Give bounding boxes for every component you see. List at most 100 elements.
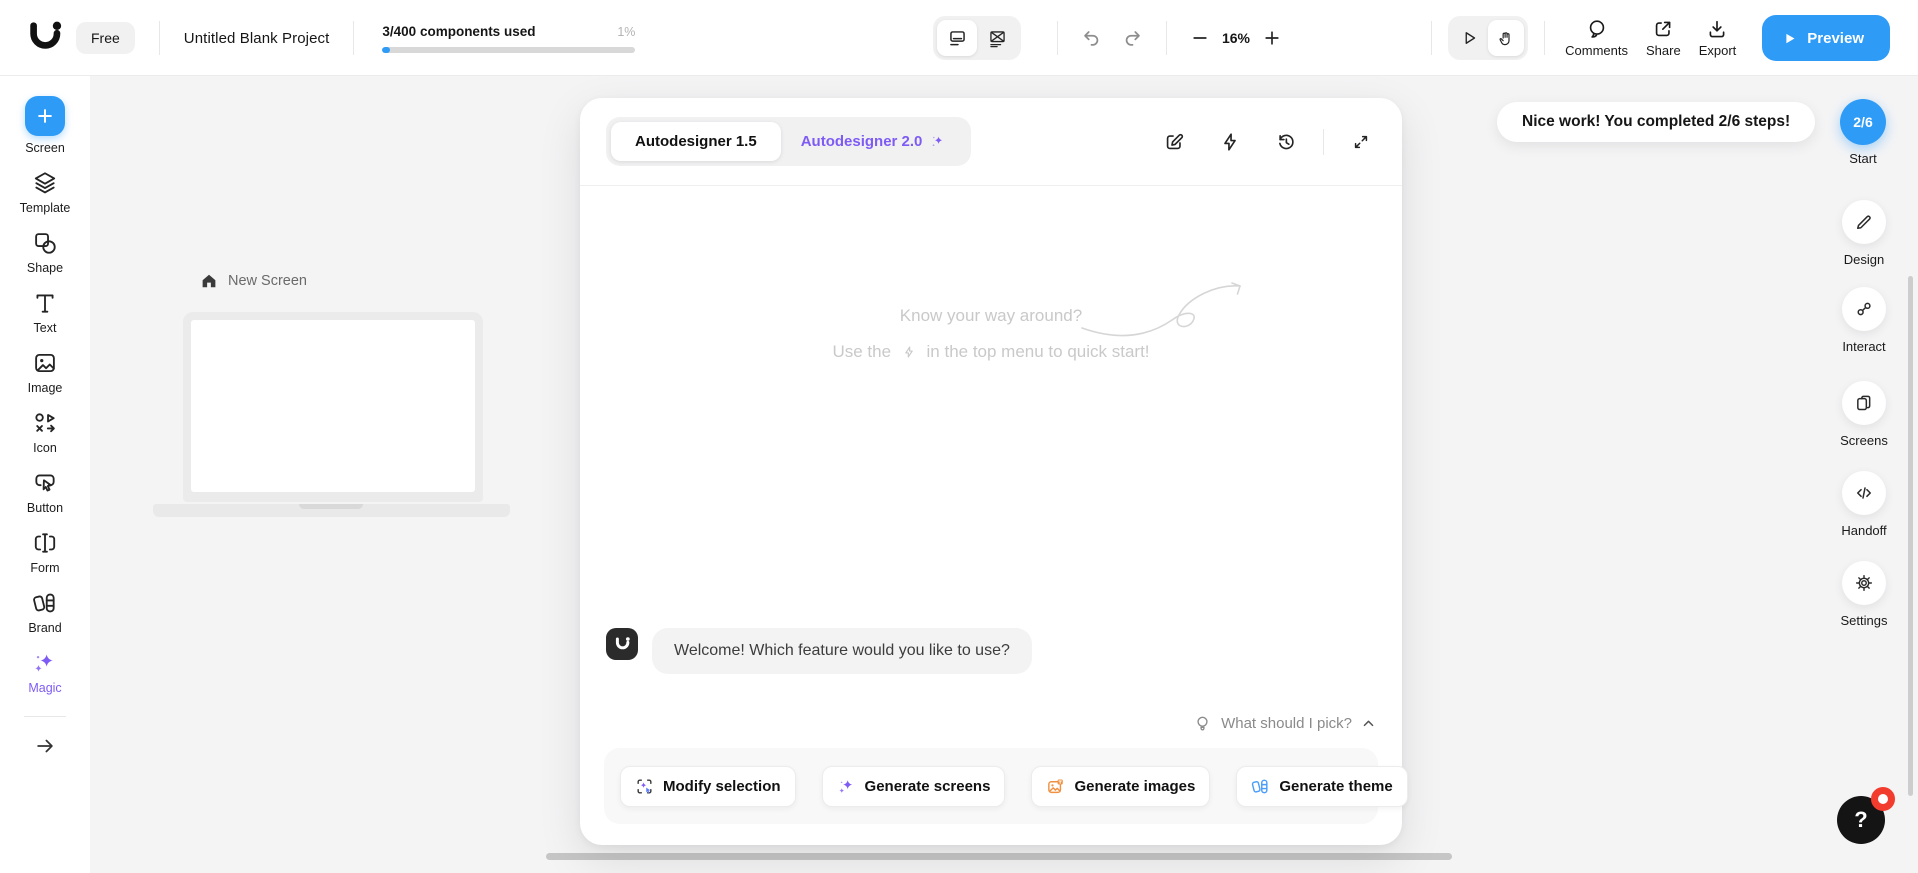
- onboarding-hint: Know your way around? Use the in the top…: [580, 298, 1402, 370]
- sidebar-item-label: Template: [19, 201, 71, 215]
- topbar-right-group: Comments Share Export Preview: [1431, 0, 1890, 76]
- preview-button[interactable]: Preview: [1762, 15, 1890, 61]
- wireframe-view-button[interactable]: [977, 20, 1017, 56]
- rail-item-design[interactable]: [1842, 200, 1886, 244]
- sidebar-item-label: Text: [33, 321, 57, 335]
- tab-autodesigner-2-0[interactable]: Autodesigner 2.0: [781, 122, 967, 161]
- components-used-text: 3/400 components used: [382, 23, 536, 39]
- screen-name-tag[interactable]: New Screen: [200, 272, 307, 290]
- comments-button[interactable]: Comments: [1565, 18, 1628, 58]
- select-mode-button[interactable]: [1452, 20, 1488, 56]
- pointer-mode-toggle: [1448, 16, 1529, 60]
- progress-value: 2/6: [1853, 114, 1873, 130]
- tab-label: Autodesigner 1.5: [635, 133, 757, 150]
- sparkles-icon: [35, 654, 53, 672]
- generate-theme-button[interactable]: Generate theme: [1236, 765, 1408, 807]
- plus-icon: [38, 109, 52, 123]
- gear-icon: [1855, 574, 1873, 592]
- left-toolbar: Screen Template Shape Text Image Icon Bu…: [0, 76, 90, 873]
- pan-mode-button[interactable]: [1488, 20, 1525, 56]
- sidebar-item-button[interactable]: Button: [27, 470, 63, 515]
- autodesigner-body: Know your way around? Use the in the top…: [580, 186, 1408, 845]
- expand-panel-button[interactable]: [1346, 127, 1376, 157]
- rail-item-label: Design: [1843, 252, 1885, 267]
- divider: [24, 716, 66, 717]
- rail-item-interact[interactable]: [1842, 287, 1886, 331]
- form-field-icon: [34, 533, 56, 553]
- brand-cards-icon: [33, 593, 55, 613]
- add-screen-button[interactable]: [25, 96, 65, 136]
- zoom-out-button[interactable]: [1185, 23, 1215, 53]
- button-cursor-icon: [35, 474, 55, 492]
- play-icon: [1786, 33, 1795, 43]
- design-view-icon: [949, 30, 965, 45]
- tab-autodesigner-1-5[interactable]: Autodesigner 1.5: [611, 122, 781, 161]
- plan-badge[interactable]: Free: [76, 22, 135, 54]
- zoom-in-button[interactable]: [1257, 23, 1287, 53]
- rail-item-handoff[interactable]: [1842, 471, 1886, 515]
- onboarding-progress-badge[interactable]: 2/6: [1840, 99, 1886, 145]
- collapse-sidebar-button[interactable]: [30, 731, 60, 761]
- sidebar-item-magic[interactable]: Magic: [28, 650, 62, 695]
- divider: [1323, 128, 1324, 155]
- sidebar-item-label: Icon: [33, 441, 57, 455]
- sidebar-item-brand[interactable]: Brand: [28, 590, 62, 635]
- share-button[interactable]: Share: [1646, 18, 1681, 58]
- hint-line-1: Know your way around?: [899, 306, 1083, 325]
- plus-icon: [1265, 31, 1279, 45]
- sidebar-item-image[interactable]: Image: [28, 350, 62, 395]
- rail-item-screens[interactable]: [1842, 381, 1886, 425]
- image-generate-icon: [1048, 779, 1064, 793]
- design-view-button[interactable]: [937, 20, 977, 56]
- horizontal-scrollbar[interactable]: [546, 853, 1452, 860]
- zoom-level[interactable]: 16%: [1215, 30, 1257, 46]
- rail-item-settings[interactable]: [1842, 561, 1886, 605]
- autodesigner-tabs: Autodesigner 1.5 Autodesigner 2.0: [606, 117, 972, 166]
- chat-message-row: Welcome! Which feature would you like to…: [606, 628, 1032, 674]
- help-prompt[interactable]: What should I pick?: [1193, 714, 1376, 733]
- sparkle-icon: [838, 779, 852, 793]
- sidebar-item-shape[interactable]: Shape: [27, 230, 63, 275]
- undo-icon: [1084, 31, 1099, 46]
- sidebar-item-screen[interactable]: Screen: [25, 96, 65, 155]
- export-label: Export: [1698, 43, 1737, 58]
- components-progress-fill: [382, 46, 391, 53]
- export-button[interactable]: Export: [1698, 18, 1737, 58]
- home-icon: [202, 274, 216, 288]
- minus-icon: [1193, 37, 1207, 39]
- redo-button[interactable]: [1118, 23, 1148, 53]
- sidebar-item-form[interactable]: Form: [30, 530, 60, 575]
- arrow-right-icon: [37, 739, 53, 753]
- laptop-mockup[interactable]: [153, 312, 510, 518]
- new-chat-button[interactable]: [1159, 127, 1189, 157]
- hint-line-2: Use the in the top menu to quick start!: [832, 342, 1150, 361]
- rail-item-label: Settings: [1840, 613, 1888, 628]
- share-label: Share: [1646, 43, 1681, 58]
- uizard-logo-icon[interactable]: [26, 19, 64, 57]
- vertical-scrollbar[interactable]: [1908, 276, 1913, 796]
- sidebar-item-text[interactable]: Text: [32, 290, 58, 335]
- screens-stack-icon: [1857, 395, 1871, 411]
- project-title[interactable]: Untitled Blank Project: [184, 30, 330, 47]
- shapes-icon: [35, 233, 56, 254]
- play-cursor-icon: [1465, 32, 1476, 44]
- lightning-icon: [902, 344, 916, 360]
- history-button[interactable]: [1271, 127, 1301, 157]
- divider: [1431, 21, 1433, 55]
- generate-screens-button[interactable]: Generate screens: [821, 765, 1006, 807]
- quick-start-button[interactable]: [1215, 127, 1245, 157]
- divider: [1544, 21, 1546, 55]
- sidebar-item-icon[interactable]: Icon: [32, 410, 58, 455]
- undo-button[interactable]: [1076, 23, 1106, 53]
- divider: [353, 21, 355, 55]
- modify-selection-icon: [637, 778, 652, 794]
- autodesigner-panel: Autodesigner 1.5 Autodesigner 2.0 Know y…: [580, 98, 1408, 845]
- modify-selection-button[interactable]: Modify selection: [620, 765, 796, 807]
- components-usage: 3/400 components used 1%: [382, 23, 636, 53]
- layers-icon: [34, 172, 56, 194]
- sidebar-item-template[interactable]: Template: [19, 170, 71, 215]
- code-icon: [1857, 487, 1871, 499]
- comments-label: Comments: [1565, 43, 1628, 58]
- generate-images-button[interactable]: Generate images: [1031, 765, 1211, 807]
- action-label: Generate screens: [864, 777, 991, 795]
